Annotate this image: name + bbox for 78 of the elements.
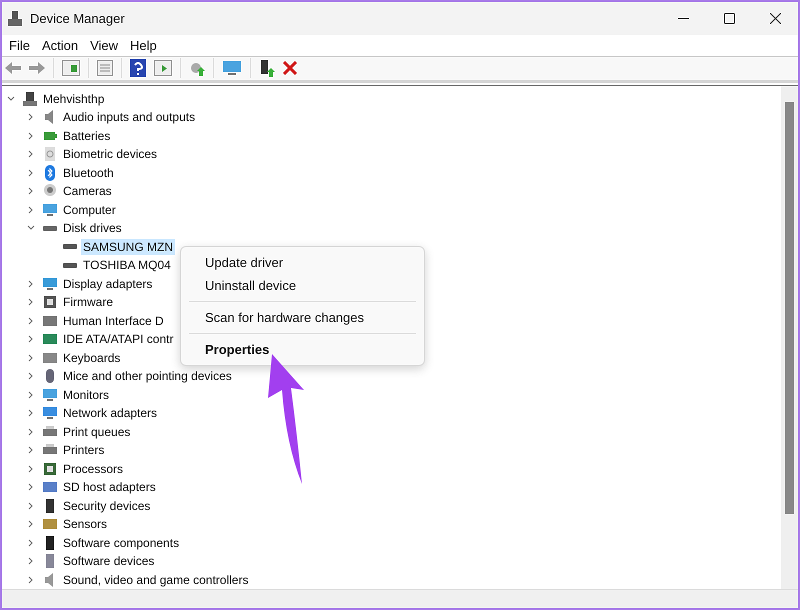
tree-item[interactable]: Computer bbox=[61, 202, 118, 218]
tree-item[interactable]: Cameras bbox=[61, 183, 114, 200]
menu-item[interactable]: Uninstall device bbox=[181, 274, 424, 297]
tree-item[interactable]: Keyboards bbox=[61, 350, 122, 366]
monitor-icon bbox=[42, 276, 58, 292]
tree-item[interactable]: Processors bbox=[61, 460, 126, 477]
chevron-right-icon[interactable] bbox=[27, 409, 35, 418]
maximize-icon bbox=[724, 13, 734, 24]
menu-item[interactable]: Action bbox=[36, 35, 84, 56]
chip-icon bbox=[42, 294, 58, 310]
menu-item[interactable]: Help bbox=[124, 35, 163, 56]
tree-item[interactable]: Human Interface D bbox=[61, 312, 166, 329]
chevron-right-icon[interactable] bbox=[27, 502, 35, 510]
chevron-right-icon[interactable] bbox=[27, 335, 35, 344]
bluetooth-icon bbox=[42, 164, 58, 181]
chevron-right-icon[interactable] bbox=[27, 483, 35, 492]
menu-item[interactable]: Properties bbox=[181, 338, 424, 361]
tree-item[interactable]: Software devices bbox=[61, 553, 156, 570]
tree-item[interactable]: Batteries bbox=[61, 128, 112, 144]
chevron-right-icon[interactable] bbox=[27, 280, 35, 288]
tree-item[interactable]: SD host adapters bbox=[61, 479, 158, 496]
tree-item[interactable]: Sensors bbox=[61, 516, 110, 532]
chevron-right-icon[interactable] bbox=[27, 113, 35, 122]
chevron-down-icon[interactable] bbox=[27, 224, 35, 232]
chevron-right-icon[interactable] bbox=[27, 206, 35, 214]
chevron-down-icon[interactable] bbox=[7, 94, 15, 103]
tree-item[interactable]: Firmware bbox=[61, 294, 115, 310]
app-icon bbox=[8, 10, 22, 26]
menu-item[interactable]: View bbox=[84, 35, 124, 56]
monitor-icon bbox=[42, 386, 58, 403]
monitor-icon bbox=[42, 202, 58, 218]
menu-item[interactable]: File bbox=[3, 35, 36, 56]
tree-item[interactable]: Print queues bbox=[61, 424, 132, 440]
tree-item[interactable]: Display adapters bbox=[61, 276, 154, 292]
chevron-right-icon[interactable] bbox=[27, 428, 35, 436]
tree-item[interactable]: Biometric devices bbox=[61, 146, 160, 162]
menu-item[interactable]: Scan for hardware changes bbox=[181, 306, 424, 329]
tree-item[interactable]: Monitors bbox=[61, 386, 112, 403]
chevron-right-icon[interactable] bbox=[27, 132, 35, 140]
chip-icon bbox=[42, 460, 58, 477]
tree-item[interactable]: Security devices bbox=[61, 498, 152, 514]
computer-icon bbox=[22, 90, 38, 107]
chevron-right-icon[interactable] bbox=[27, 316, 35, 325]
chevron-right-icon[interactable] bbox=[27, 168, 35, 177]
tree-item[interactable]: Disk drives bbox=[61, 220, 124, 236]
tree-item[interactable]: IDE ATA/ATAPI contr bbox=[61, 331, 176, 348]
close-icon bbox=[770, 13, 780, 24]
window-title: Device Manager bbox=[30, 11, 126, 26]
chevron-right-icon[interactable] bbox=[27, 298, 35, 306]
fingerprint-icon bbox=[42, 146, 58, 162]
drive-icon bbox=[63, 262, 77, 268]
chevron-right-icon[interactable] bbox=[27, 557, 35, 566]
scrollbar[interactable] bbox=[781, 86, 798, 590]
chevron-right-icon[interactable] bbox=[27, 538, 35, 547]
tree-item[interactable]: Mehvishthp bbox=[41, 90, 106, 107]
chevron-right-icon[interactable] bbox=[27, 520, 35, 528]
chevron-right-icon[interactable] bbox=[27, 390, 35, 399]
tree-item[interactable]: Mice and other pointing devices bbox=[61, 368, 234, 384]
chevron-right-icon[interactable] bbox=[27, 187, 35, 196]
network-icon bbox=[42, 405, 58, 422]
chevron-right-icon[interactable] bbox=[27, 446, 35, 454]
minimize-icon bbox=[678, 18, 688, 19]
chevron-right-icon[interactable] bbox=[27, 464, 35, 473]
tree-item[interactable]: Printers bbox=[61, 442, 106, 458]
tree-item[interactable]: Network adapters bbox=[61, 405, 160, 422]
chevron-right-icon[interactable] bbox=[27, 576, 35, 584]
tree-item[interactable]: Sound, video and game controllers bbox=[61, 572, 250, 588]
tree-item[interactable]: Software components bbox=[61, 534, 182, 551]
chevron-right-icon[interactable] bbox=[27, 354, 35, 362]
drive-icon bbox=[63, 244, 77, 250]
tree-item[interactable]: SAMSUNG MZN bbox=[81, 238, 175, 255]
tree-item[interactable]: TOSHIBA MQ04 bbox=[81, 257, 173, 274]
tree-item[interactable]: Bluetooth bbox=[61, 164, 116, 181]
chevron-right-icon[interactable] bbox=[27, 372, 35, 380]
chevron-right-icon[interactable] bbox=[27, 150, 35, 158]
help-button[interactable] bbox=[127, 57, 149, 80]
tree-item[interactable]: Audio inputs and outputs bbox=[61, 109, 198, 126]
menu-item[interactable]: Update driver bbox=[181, 251, 424, 274]
